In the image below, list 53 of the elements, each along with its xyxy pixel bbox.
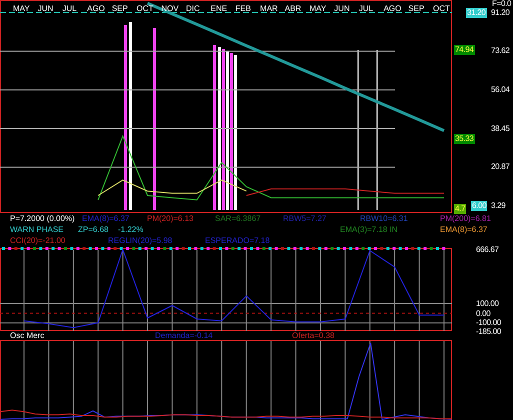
indicator-label: CCI(20)=-21.00	[10, 235, 66, 246]
price-tag: 74.94	[454, 45, 475, 55]
indicator-label: RBW10=6.31	[360, 213, 408, 224]
tick-label: 100.00	[476, 299, 499, 308]
price-tag: 35.33	[454, 134, 475, 144]
month-label: JUL	[358, 4, 374, 14]
month-label: NOV	[161, 4, 179, 14]
month-label: FEB	[235, 4, 251, 14]
month-label: OCT	[433, 4, 450, 14]
month-label: MAY	[309, 4, 326, 14]
tick-label: 0.00	[476, 308, 490, 318]
indicator-label: PM(20)=6.13	[147, 213, 194, 224]
indicator-label: EMA(8)=6.37	[440, 224, 488, 235]
month-label: OCT	[136, 4, 154, 14]
indicator-label: EMA(3)=7.18 IN	[340, 224, 398, 235]
month-label: MAR	[260, 4, 278, 14]
month-label: SEP	[408, 4, 424, 14]
panel-title: Osc Merc	[10, 330, 44, 341]
price-tag: 6.00	[471, 201, 488, 211]
month-label: JUN	[334, 4, 350, 14]
indicator-label: SAR=6.3867	[215, 213, 261, 224]
month-label: MAY	[13, 4, 30, 14]
indicator-label: ZP=6.68	[78, 224, 108, 235]
tick-label: -100.00	[476, 318, 502, 328]
month-label: AGO	[384, 4, 402, 14]
tick-label: 3.29	[491, 200, 506, 211]
month-label: JUN	[38, 4, 54, 14]
indicator-label: ESPERADO=7.18	[205, 235, 270, 246]
month-label: JUL	[62, 4, 77, 14]
price-tag: 4.7	[454, 204, 466, 214]
tick-label: -185.00	[476, 326, 502, 336]
tick-label: 666.67	[476, 244, 499, 254]
scale-label: F=0.0	[492, 0, 512, 9]
indicator-label: P=7.2000 (0.00%)	[10, 213, 75, 224]
month-label: ENE	[210, 4, 228, 14]
indicator-label: WARN PHASE	[10, 224, 64, 235]
tick-label: 73.62	[491, 46, 510, 56]
tick-label: 91.20	[491, 8, 510, 18]
month-label: ABR	[284, 4, 302, 14]
demand-label: Demanda=-0.14	[155, 330, 213, 341]
indicator-label: REGLIN(20)=5.98	[108, 235, 172, 246]
price-tag: 31.20	[466, 8, 487, 18]
tick-label: 20.87	[491, 162, 510, 172]
offer-label: Oferta=0.38	[292, 330, 334, 341]
tick-label: 38.45	[491, 124, 510, 134]
month-label: DIC	[186, 4, 200, 14]
month-label: AGO	[87, 4, 105, 14]
indicator-label: EMA(8)=6.37	[82, 213, 130, 224]
month-label: SEP	[112, 4, 128, 14]
indicator-label: -1.22%	[118, 224, 144, 235]
tick-label: 56.04	[491, 84, 510, 95]
indicator-label: PM(200)=6.81	[440, 213, 491, 224]
indicator-label: RBW5=7.27	[283, 213, 326, 224]
